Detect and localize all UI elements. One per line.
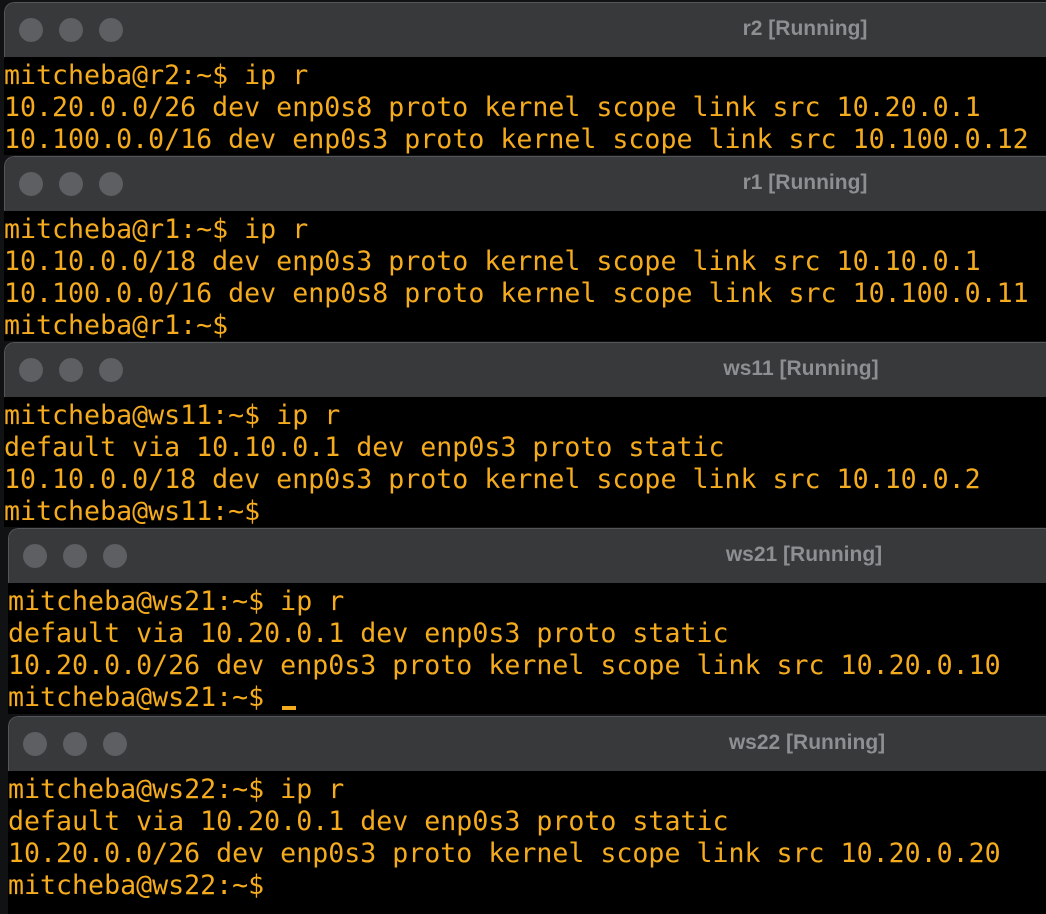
- zoom-button-icon[interactable]: [99, 172, 123, 196]
- terminal-line: 10.20.0.0/26 dev enp0s3 proto kernel sco…: [8, 838, 1001, 869]
- minimize-button-icon[interactable]: [63, 544, 87, 568]
- terminal-cursor: [282, 706, 297, 710]
- zoom-button-icon[interactable]: [103, 544, 127, 568]
- terminal-prompt: mitcheba@ws22:~$: [8, 870, 265, 901]
- vm-window-ws21[interactable]: ws21 [Running] mitcheba@ws21:~$ ip r def…: [8, 528, 1046, 714]
- close-button-icon[interactable]: [19, 358, 43, 382]
- vm-window-r1[interactable]: r1 [Running] mitcheba@r1:~$ ip r 10.10.0…: [4, 156, 1046, 341]
- title-bar[interactable]: ws22 [Running]: [8, 716, 1046, 771]
- terminal-line: default via 10.20.0.1 dev enp0s3 proto s…: [8, 618, 729, 649]
- minimize-button-icon[interactable]: [59, 172, 83, 196]
- terminal-line: mitcheba@r1:~$ ip r: [4, 214, 309, 245]
- terminal-line: 10.100.0.0/16 dev enp0s8 proto kernel sc…: [4, 278, 1029, 309]
- terminal-prompt: mitcheba@ws11:~$: [4, 496, 261, 527]
- zoom-button-icon[interactable]: [103, 732, 127, 756]
- zoom-button-icon[interactable]: [99, 18, 123, 42]
- title-bar[interactable]: r2 [Running]: [4, 2, 1046, 57]
- terminal-line: 10.20.0.0/26 dev enp0s3 proto kernel sco…: [8, 650, 1001, 681]
- terminal-output[interactable]: mitcheba@r2:~$ ip r 10.20.0.0/26 dev enp…: [4, 57, 1046, 155]
- terminal-line: 10.10.0.0/18 dev enp0s3 proto kernel sco…: [4, 246, 981, 277]
- terminal-line: default via 10.10.0.1 dev enp0s3 proto s…: [4, 432, 725, 463]
- terminal-line: 10.20.0.0/26 dev enp0s8 proto kernel sco…: [4, 92, 981, 123]
- vm-window-r2[interactable]: r2 [Running] mitcheba@r2:~$ ip r 10.20.0…: [4, 2, 1046, 155]
- vm-window-ws11[interactable]: ws11 [Running] mitcheba@ws11:~$ ip r def…: [4, 342, 1046, 527]
- window-title: ws21 [Running]: [725, 543, 883, 566]
- vm-window-ws22[interactable]: ws22 [Running] mitcheba@ws22:~$ ip r def…: [8, 716, 1046, 914]
- title-bar[interactable]: r1 [Running]: [4, 156, 1046, 211]
- window-title: r1 [Running]: [742, 171, 868, 194]
- close-button-icon[interactable]: [19, 18, 43, 42]
- terminal-line: mitcheba@ws11:~$ ip r: [4, 400, 341, 431]
- zoom-button-icon[interactable]: [99, 358, 123, 382]
- title-bar[interactable]: ws11 [Running]: [4, 342, 1046, 397]
- terminal-output[interactable]: mitcheba@ws21:~$ ip r default via 10.20.…: [8, 583, 1046, 714]
- minimize-button-icon[interactable]: [63, 732, 87, 756]
- terminal-prompt: mitcheba@r1:~$: [4, 310, 229, 341]
- terminal-line: mitcheba@ws22:~$ ip r: [8, 774, 345, 805]
- terminal-line: mitcheba@r2:~$ ip r: [4, 60, 309, 91]
- terminal-line: 10.100.0.0/16 dev enp0s3 proto kernel sc…: [4, 124, 1029, 155]
- terminal-prompt: mitcheba@ws21:~$: [8, 682, 281, 713]
- terminal-output[interactable]: mitcheba@ws22:~$ ip r default via 10.20.…: [8, 771, 1046, 914]
- close-button-icon[interactable]: [19, 172, 43, 196]
- window-title: ws22 [Running]: [728, 731, 886, 754]
- terminal-line: mitcheba@ws21:~$ ip r: [8, 586, 345, 617]
- title-bar[interactable]: ws21 [Running]: [8, 528, 1046, 583]
- minimize-button-icon[interactable]: [59, 358, 83, 382]
- close-button-icon[interactable]: [23, 732, 47, 756]
- terminal-line: 10.10.0.0/18 dev enp0s3 proto kernel sco…: [4, 464, 981, 495]
- terminal-output[interactable]: mitcheba@ws11:~$ ip r default via 10.10.…: [4, 397, 1046, 527]
- terminal-line: default via 10.20.0.1 dev enp0s3 proto s…: [8, 806, 729, 837]
- terminal-prompt-line[interactable]: mitcheba@ws21:~$: [8, 682, 297, 714]
- window-title: ws11 [Running]: [723, 357, 879, 380]
- terminal-output[interactable]: mitcheba@r1:~$ ip r 10.10.0.0/18 dev enp…: [4, 211, 1046, 341]
- minimize-button-icon[interactable]: [59, 18, 83, 42]
- window-title: r2 [Running]: [742, 17, 868, 40]
- close-button-icon[interactable]: [23, 544, 47, 568]
